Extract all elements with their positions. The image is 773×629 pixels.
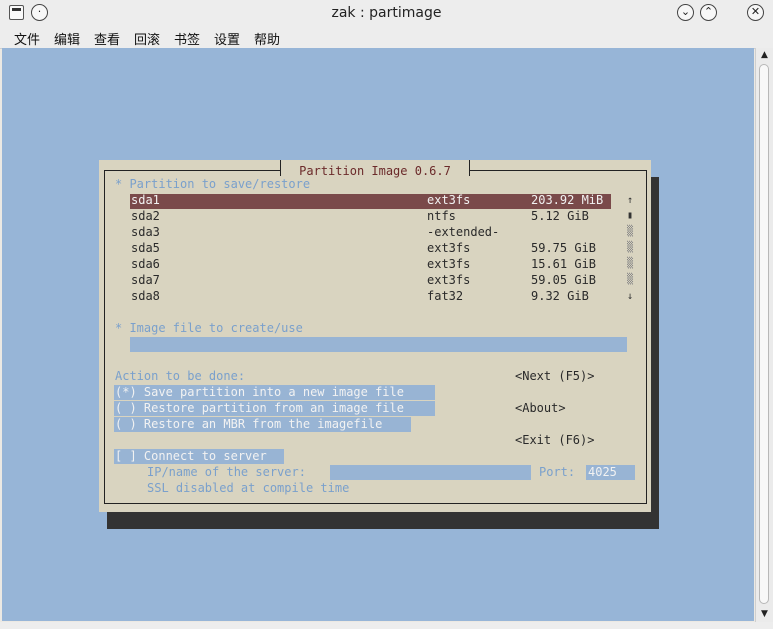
- partition-fs: ntfs: [427, 209, 456, 223]
- partition-name: sda7: [131, 273, 160, 287]
- partition-name: sda3: [131, 225, 160, 239]
- list-scroll-track: ▒: [627, 226, 634, 237]
- list-scroll-down-icon[interactable]: ↓: [627, 289, 633, 305]
- minimize-button[interactable]: ⌄: [677, 4, 694, 21]
- menu-settings[interactable]: 设置: [214, 29, 240, 48]
- partition-name: sda8: [131, 289, 160, 303]
- partition-size: 203.92 MiB: [531, 193, 604, 207]
- menu-view[interactable]: 查看: [94, 29, 120, 48]
- partition-row[interactable]: sda1 ext3fs 203.92 MiB: [131, 192, 611, 208]
- title-bar: · zak : partimage ⌄ ⌃ ✕: [0, 0, 773, 27]
- list-scroll-up-icon[interactable]: ↑: [627, 193, 633, 209]
- list-scroll-thumb[interactable]: ▮: [627, 208, 633, 224]
- partition-fs: -extended-: [427, 225, 500, 239]
- partition-size: 9.32 GiB: [531, 289, 589, 303]
- scroll-down-arrow-icon[interactable]: ▼: [759, 609, 770, 620]
- menu-edit[interactable]: 编辑: [54, 29, 80, 48]
- partition-row[interactable]: sda8 fat32 9.32 GiB: [131, 288, 611, 304]
- ssl-note: SSL disabled at compile time: [147, 481, 350, 495]
- exit-button[interactable]: <Exit (F6)>: [515, 432, 594, 448]
- image-file-heading: * Image file to create/use: [115, 321, 303, 335]
- partition-fs: fat32: [427, 289, 464, 303]
- partition-row[interactable]: sda7 ext3fs 59.05 GiB: [131, 272, 611, 288]
- partition-fs: ext3fs: [427, 257, 471, 271]
- dialog-title-box: Partition Image 0.6.7: [280, 160, 470, 178]
- radio-restore-mbr[interactable]: ( ) Restore an MBR from the imagefile: [115, 416, 382, 432]
- partition-size: 5.12 GiB: [531, 209, 589, 223]
- maximize-button[interactable]: ⌃: [700, 4, 717, 21]
- window-bottom-border: [0, 622, 773, 629]
- partition-fs: ext3fs: [427, 273, 471, 287]
- partition-name: sda5: [131, 241, 160, 255]
- partition-fs: ext3fs: [427, 193, 471, 207]
- menu-help[interactable]: 帮助: [254, 29, 280, 48]
- port-input[interactable]: 4025: [586, 465, 635, 480]
- port-value: 4025: [588, 465, 617, 479]
- menu-bar: 文件 编辑 查看 回滚 书签 设置 帮助: [0, 26, 773, 49]
- window-title: zak : partimage: [331, 5, 442, 21]
- about-button[interactable]: <About>: [515, 400, 566, 416]
- partition-name: sda6: [131, 257, 160, 271]
- partition-size: 15.61 GiB: [531, 257, 597, 271]
- list-scroll-track: ▒: [627, 274, 634, 285]
- partition-row[interactable]: sda3 -extended-: [131, 224, 611, 240]
- partition-name: sda2: [131, 209, 160, 223]
- connect-server-checkbox[interactable]: [ ] Connect to server: [115, 448, 267, 464]
- dialog-title: Partition Image 0.6.7: [299, 164, 451, 178]
- partition-name: sda1: [131, 193, 160, 207]
- partition-row[interactable]: sda6 ext3fs 15.61 GiB: [131, 256, 611, 272]
- terminal-scrollbar[interactable]: ▲ ▼: [755, 48, 773, 624]
- radio-save-partition[interactable]: (*) Save partition into a new image file: [115, 384, 404, 400]
- scroll-up-arrow-icon[interactable]: ▲: [759, 50, 770, 61]
- partition-row[interactable]: sda2 ntfs 5.12 GiB: [131, 208, 611, 224]
- port-label: Port:: [539, 465, 576, 479]
- radio-restore-partition[interactable]: ( ) Restore partition from an image file: [115, 400, 404, 416]
- image-file-input[interactable]: [130, 337, 627, 352]
- menu-scrollback[interactable]: 回滚: [134, 29, 160, 48]
- close-button[interactable]: ✕: [747, 4, 764, 21]
- menu-bookmarks[interactable]: 书签: [174, 29, 200, 48]
- menu-file[interactable]: 文件: [14, 29, 40, 48]
- partition-size: 59.05 GiB: [531, 273, 597, 287]
- next-button[interactable]: <Next (F5)>: [515, 368, 594, 384]
- server-label: IP/name of the server:: [147, 465, 306, 479]
- list-scroll-track: ▒: [627, 242, 634, 253]
- server-input[interactable]: [330, 465, 531, 480]
- partition-size: 59.75 GiB: [531, 241, 597, 255]
- scroll-thumb[interactable]: [759, 64, 769, 604]
- partition-fs: ext3fs: [427, 241, 471, 255]
- partition-heading: * Partition to save/restore: [115, 177, 311, 191]
- partition-row[interactable]: sda5 ext3fs 59.75 GiB: [131, 240, 611, 256]
- list-scroll-track: ▒: [627, 258, 634, 269]
- action-heading: Action to be done:: [115, 369, 246, 383]
